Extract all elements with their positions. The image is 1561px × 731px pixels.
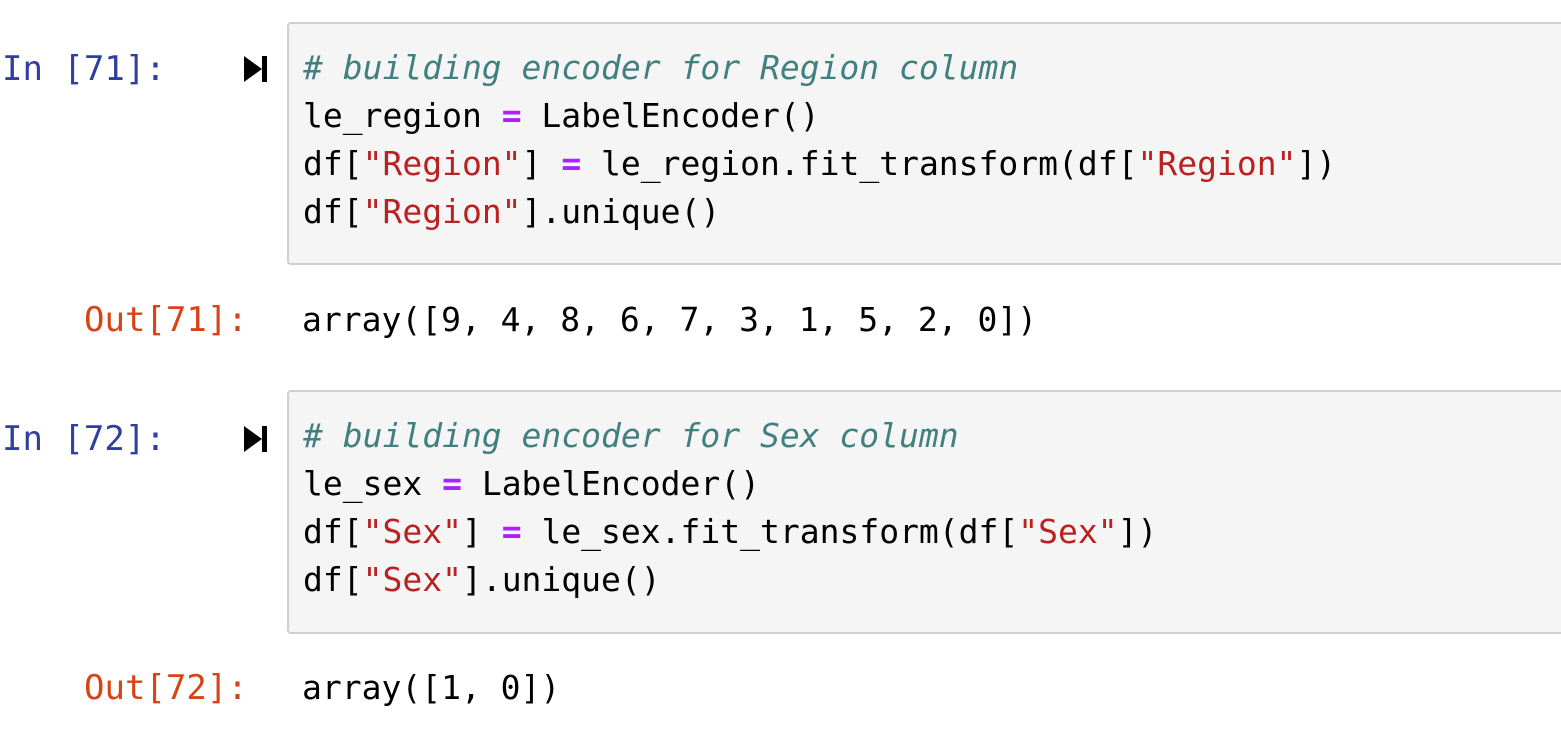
cell-output: array([9, 4, 8, 6, 7, 3, 1, 5, 2, 0]) bbox=[302, 300, 1038, 339]
out-prompt: Out[71]: bbox=[84, 300, 248, 340]
code-string: "Region" bbox=[362, 192, 522, 231]
code-operator: = bbox=[501, 512, 522, 551]
code-string: "Sex" bbox=[1018, 512, 1118, 551]
run-cell-icon[interactable] bbox=[242, 424, 268, 454]
code-token: LabelEncoder() bbox=[461, 464, 760, 503]
code-line: df["Region"].unique() bbox=[303, 188, 1561, 236]
code-token: le_region.fit_transform(df[ bbox=[581, 144, 1138, 183]
code-operator: = bbox=[442, 464, 462, 503]
code-token: ]) bbox=[1296, 144, 1337, 183]
code-comment: # building encoder for Region column bbox=[303, 48, 1019, 87]
code-token: ] bbox=[461, 512, 502, 551]
code-string: "Sex" bbox=[362, 512, 462, 551]
code-line: df["Sex"] = le_sex.fit_transform(df["Sex… bbox=[303, 508, 1561, 556]
code-operator: = bbox=[501, 96, 522, 135]
code-line: le_region = LabelEncoder() bbox=[303, 92, 1561, 140]
cell-output: array([1, 0]) bbox=[302, 668, 561, 707]
code-line: df["Region"] = le_region.fit_transform(d… bbox=[303, 140, 1561, 188]
code-comment: # building encoder for Sex column bbox=[303, 416, 959, 455]
code-token: df[ bbox=[303, 560, 363, 599]
code-token: ].unique() bbox=[461, 560, 661, 599]
code-token: le_sex bbox=[303, 464, 443, 503]
run-cell-icon[interactable] bbox=[242, 54, 268, 84]
code-string: "Region" bbox=[1137, 144, 1297, 183]
code-line: le_sex = LabelEncoder() bbox=[303, 460, 1561, 508]
code-token: ] bbox=[521, 144, 562, 183]
code-token: ].unique() bbox=[521, 192, 721, 231]
code-input-area[interactable]: # building encoder for Region column le_… bbox=[287, 22, 1561, 265]
code-string: "Sex" bbox=[362, 560, 462, 599]
code-token: df[ bbox=[303, 144, 363, 183]
code-line: df["Sex"].unique() bbox=[303, 556, 1561, 604]
code-operator: = bbox=[561, 144, 582, 183]
code-string: "Region" bbox=[362, 144, 522, 183]
in-prompt: In [72]: bbox=[2, 419, 166, 459]
out-prompt: Out[72]: bbox=[84, 668, 248, 708]
code-token: le_sex.fit_transform(df[ bbox=[521, 512, 1019, 551]
code-token: ]) bbox=[1117, 512, 1158, 551]
code-token: df[ bbox=[303, 192, 363, 231]
code-token: le_region bbox=[303, 96, 502, 135]
in-prompt: In [71]: bbox=[2, 49, 166, 89]
code-token: df[ bbox=[303, 512, 363, 551]
code-line: # building encoder for Sex column bbox=[303, 412, 1561, 460]
code-input-area[interactable]: # building encoder for Sex column le_sex… bbox=[287, 390, 1561, 634]
code-token: LabelEncoder() bbox=[521, 96, 820, 135]
code-line: # building encoder for Region column bbox=[303, 44, 1561, 92]
